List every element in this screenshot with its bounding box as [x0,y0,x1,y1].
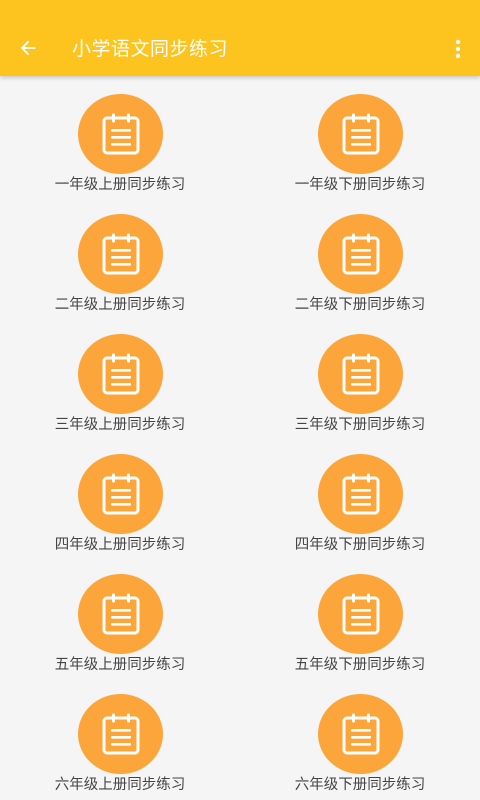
notepad-icon [341,352,381,396]
notepad-icon-circle [318,214,403,294]
grade-item-6-lower[interactable]: 六年级下册同步练习 [240,676,480,796]
overflow-menu-button[interactable] [446,32,470,66]
arrow-left-icon [20,40,36,56]
grade-item-label: 五年级上册同步练习 [54,657,186,673]
notepad-icon-circle [318,694,403,774]
notepad-icon-circle [78,574,163,654]
grade-item-3-upper[interactable]: 三年级上册同步练习 [0,316,240,436]
notepad-icon [101,352,141,396]
grade-item-2-upper[interactable]: 二年级上册同步练习 [0,196,240,316]
notepad-icon-circle [78,214,163,294]
notepad-icon-circle [318,454,403,534]
grade-item-4-lower[interactable]: 四年级下册同步练习 [240,436,480,556]
notepad-icon [341,232,381,276]
notepad-icon-circle [318,334,403,414]
grade-item-label: 二年级上册同步练习 [54,297,186,313]
grade-item-label: 二年级下册同步练习 [294,297,426,313]
notepad-icon-circle [78,694,163,774]
grade-item-label: 五年级下册同步练习 [294,657,426,673]
grade-item-6-upper[interactable]: 六年级上册同步练习 [0,676,240,796]
back-button[interactable] [8,28,48,68]
notepad-icon [101,592,141,636]
notepad-icon-circle [318,574,403,654]
grade-grid: 一年级上册同步练习 一年级下册同步练习二年级上册同步练习 二年级下册同步练习三年级上… [0,76,480,800]
notepad-icon-circle [78,454,163,534]
grade-item-1-lower[interactable]: 一年级下册同步练习 [240,76,480,196]
grade-item-3-lower[interactable]: 三年级下册同步练习 [240,316,480,436]
grade-item-label: 三年级下册同步练习 [294,417,426,433]
grade-item-2-lower[interactable]: 二年级下册同步练习 [240,196,480,316]
grade-item-4-upper[interactable]: 四年级上册同步练习 [0,436,240,556]
grade-item-label: 四年级下册同步练习 [294,537,426,553]
grade-item-label: 一年级下册同步练习 [294,177,426,193]
notepad-icon [341,112,381,156]
notepad-icon [101,112,141,156]
notepad-icon [341,472,381,516]
grade-item-label: 六年级上册同步练习 [54,777,186,793]
grade-item-label: 四年级上册同步练习 [54,537,186,553]
notepad-icon [341,592,381,636]
notepad-icon-circle [318,94,403,174]
grade-item-label: 六年级下册同步练习 [294,777,426,793]
notepad-icon [341,712,381,756]
notepad-icon-circle [78,94,163,174]
app-bar: 小学语文同步练习 [0,0,480,76]
page-title: 小学语文同步练习 [72,38,229,60]
notepad-icon [101,232,141,276]
grade-item-5-lower[interactable]: 五年级下册同步练习 [240,556,480,676]
notepad-icon [101,712,141,756]
grade-item-1-upper[interactable]: 一年级上册同步练习 [0,76,240,196]
more-vert-icon [455,39,461,59]
notepad-icon [101,472,141,516]
grade-item-5-upper[interactable]: 五年级上册同步练习 [0,556,240,676]
grade-item-label: 三年级上册同步练习 [54,417,186,433]
notepad-icon-circle [78,334,163,414]
grade-item-label: 一年级上册同步练习 [54,177,186,193]
